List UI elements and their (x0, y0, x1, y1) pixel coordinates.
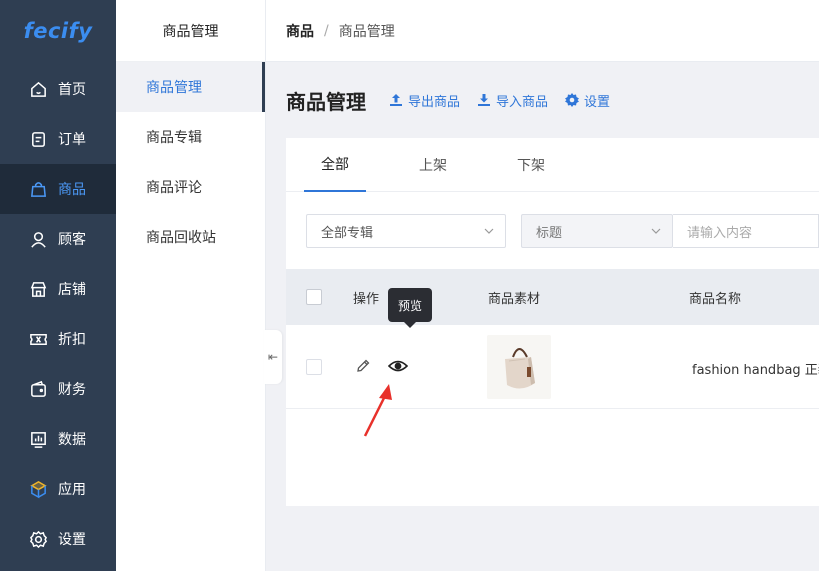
tab-on-shelf[interactable]: 上架 (402, 138, 464, 192)
status-tabs: 全部 上架 下架 (286, 138, 819, 192)
album-select-value: 全部专辑 (321, 225, 374, 241)
eye-icon (388, 360, 408, 372)
sidebar-item-label: 店铺 (58, 282, 86, 298)
export-products-button[interactable]: 导出商品 (388, 91, 460, 110)
import-label: 导入商品 (496, 94, 549, 110)
breadcrumb-root[interactable]: 商品 (286, 21, 314, 41)
header-name: 商品名称 (689, 291, 742, 307)
header-actions: 操作 (353, 291, 380, 307)
sidebar-item-home[interactable]: 首页 (0, 64, 116, 114)
select-all-checkbox-cell (306, 269, 322, 325)
sidebar-item-label: 首页 (58, 82, 86, 98)
sub-sidebar: 商品管理 商品管理 商品专辑 商品评论 商品回收站 (116, 0, 266, 571)
subnav-item-product-albums[interactable]: 商品专辑 (116, 112, 265, 162)
sidebar-item-label: 数据 (58, 432, 86, 448)
sidebar-item-apps[interactable]: 应用 (0, 464, 116, 514)
tab-off-shelf[interactable]: 下架 (500, 138, 562, 192)
logo[interactable]: fecify (0, 0, 116, 62)
breadcrumb-current: 商品管理 (338, 23, 395, 40)
product-name-cell: fashion handbag 正装 (692, 359, 819, 378)
sidebar-item-label: 订单 (58, 132, 86, 148)
sidebar-item-label: 顾客 (58, 232, 86, 248)
main-sidebar: fecify 首页 订单 商品 顾客 店铺 折扣 财务 数据 应用 设置 (0, 0, 116, 571)
header-material: 商品素材 (488, 291, 541, 307)
sidebar-item-label: 应用 (58, 482, 86, 498)
sidebar-item-customers[interactable]: 顾客 (0, 214, 116, 264)
chart-icon (28, 429, 48, 449)
order-icon (28, 129, 48, 149)
preview-tooltip: 预览 (388, 288, 432, 328)
sidebar-item-products[interactable]: 商品 (0, 164, 116, 214)
collapse-icon: ⇤ (267, 350, 279, 364)
user-icon (28, 229, 48, 249)
sidebar-item-label: 商品 (58, 182, 86, 198)
top-header: 商品 / 商品管理 (266, 0, 819, 62)
main-nav: 首页 订单 商品 顾客 店铺 折扣 财务 数据 应用 设置 (0, 64, 116, 564)
download-icon (478, 94, 491, 106)
product-list-card: 全部 上架 下架 全部专辑 标题 请输入内容 操作 商品素材 商品名称 fash… (286, 138, 819, 506)
page-titlebar: 商品管理 导出商品 导入商品 设置 (286, 80, 626, 120)
settings-button[interactable]: 设置 (564, 91, 610, 110)
breadcrumb-separator: / (324, 22, 329, 39)
settings-label: 设置 (584, 94, 611, 110)
subnav-item-product-management[interactable]: 商品管理 (116, 62, 265, 112)
upload-icon (390, 94, 402, 106)
sidebar-item-label: 财务 (58, 382, 86, 398)
preview-button[interactable] (388, 358, 408, 374)
sidebar-item-orders[interactable]: 订单 (0, 114, 116, 164)
gear-icon (28, 529, 48, 549)
sidebar-item-label: 折扣 (58, 332, 86, 348)
row-checkbox-cell (306, 359, 322, 375)
chevron-down-icon (651, 228, 661, 234)
logo-text: fecify (23, 19, 93, 43)
breadcrumb: 商品 / 商品管理 (286, 21, 395, 41)
import-products-button[interactable]: 导入商品 (476, 91, 548, 110)
field-select[interactable]: 标题 (521, 214, 673, 248)
table-header: 操作 商品素材 商品名称 (286, 269, 819, 325)
bag-icon (28, 179, 48, 199)
sidebar-item-label: 设置 (58, 532, 86, 548)
select-all-checkbox[interactable] (306, 289, 322, 305)
tooltip-text: 预览 (397, 298, 422, 313)
sidebar-item-data[interactable]: 数据 (0, 414, 116, 464)
sidebar-item-finance[interactable]: 财务 (0, 364, 116, 414)
coupon-icon (28, 329, 48, 349)
pencil-icon (357, 359, 370, 372)
row-checkbox[interactable] (306, 359, 322, 375)
handbag-image (487, 335, 551, 399)
page-title: 商品管理 (286, 89, 366, 114)
gear-icon (565, 93, 580, 107)
field-select-value: 标题 (536, 225, 563, 241)
sidebar-item-discount[interactable]: 折扣 (0, 314, 116, 364)
store-icon (28, 279, 48, 299)
search-input[interactable]: 请输入内容 (673, 214, 819, 248)
annotation-arrow-icon (363, 384, 392, 437)
edit-button[interactable] (355, 358, 371, 374)
subnav-item-recycle-bin[interactable]: 商品回收站 (116, 212, 265, 262)
wallet-icon (28, 379, 48, 399)
chevron-down-icon (484, 228, 494, 234)
sidebar-item-settings[interactable]: 设置 (0, 514, 116, 564)
search-placeholder: 请输入内容 (687, 225, 753, 241)
product-image-cell (487, 335, 551, 399)
subnav-title: 商品管理 (116, 0, 265, 62)
cube-icon (28, 479, 48, 499)
sidebar-item-store[interactable]: 店铺 (0, 264, 116, 314)
subnav-item-product-reviews[interactable]: 商品评论 (116, 162, 265, 212)
product-name[interactable]: fashion handbag 正装 (692, 359, 819, 378)
product-image[interactable] (487, 335, 551, 399)
collapse-sidebar-button[interactable]: ⇤ (264, 330, 282, 384)
tab-all[interactable]: 全部 (304, 138, 366, 192)
filter-bar: 全部专辑 标题 请输入内容 (306, 214, 819, 248)
album-select[interactable]: 全部专辑 (306, 214, 506, 248)
export-label: 导出商品 (408, 94, 461, 110)
home-icon (28, 79, 48, 99)
